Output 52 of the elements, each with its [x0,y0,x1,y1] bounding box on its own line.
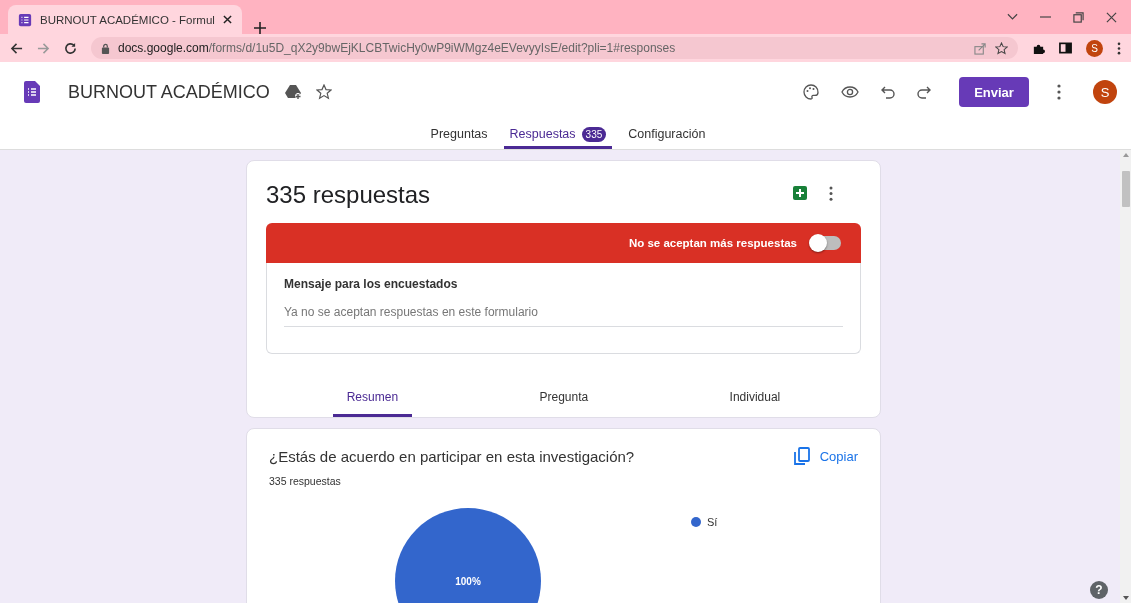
side-panel-icon[interactable] [1059,42,1072,54]
response-count: 335 respuestas [269,475,342,487]
lock-icon [101,42,110,54]
kebab-menu-icon[interactable] [1117,41,1121,55]
back-arrow-icon[interactable] [10,41,23,55]
message-input[interactable]: Ya no se aceptan respuestas en este formulario [284,301,843,326]
forms-logo-icon[interactable] [24,81,40,103]
close-icon[interactable] [1106,11,1117,23]
kebab-menu-icon[interactable] [829,185,833,201]
close-icon[interactable] [222,15,232,24]
reload-icon[interactable] [64,41,77,55]
slice-label: 100% [455,576,481,587]
message-field[interactable]: Mensaje para los encuestados Ya no se aceptan respuestas en este formulario [266,263,861,354]
summary-tab[interactable]: Individual [715,384,795,417]
browser-tab[interactable]: BURNOUT ACADÉMICO - Formul [8,5,242,34]
scrollbar-thumb[interactable] [1121,171,1130,207]
url-text: docs.google.com/forms/d/1u5D_qX2y9bwEjKLCBTwicHy0wP9iWMgz4eEVevyyIsE/edit?pli=1#responses [118,41,676,55]
help-button[interactable]: ? [1090,581,1108,599]
undo-icon[interactable] [881,85,895,99]
profile-avatar[interactable]: S [1086,39,1103,57]
restore-icon[interactable] [1073,11,1084,23]
form-icon [18,12,32,27]
address-bar[interactable]: docs.google.com/forms/d/1u5D_qX2y9bwEjKLCBTwicHy0wP9iWMgz4eEVevyyIsE/edit?pli=1#responses [91,37,1018,59]
banner-label: No se aceptan más respuestas [628,237,797,249]
redo-icon[interactable] [917,85,931,99]
plus-icon[interactable] [253,22,266,34]
scroll-down-icon[interactable] [1122,596,1129,600]
summary-tab[interactable]: Pregunta [525,384,603,417]
palette-icon[interactable] [803,84,819,100]
copy-icon [793,447,810,465]
eye-icon[interactable] [841,86,859,98]
spreadsheet-icon[interactable] [793,186,807,200]
account-avatar[interactable]: S [1093,80,1117,104]
message-label: Mensaje para los encuestados [284,277,459,291]
question-title: ¿Estás de acuerdo en participar en esta investigación? [269,447,636,465]
send-button[interactable]: Enviar [959,77,1029,107]
copy-button[interactable]: Copiar [793,447,858,465]
form-tab[interactable]: Preguntas [424,122,494,149]
star-icon[interactable] [995,41,1008,55]
accepting-responses-toggle[interactable] [811,236,841,250]
responses-title: 335 respuestas [266,180,432,209]
count-badge: 335 [581,126,607,142]
form-title[interactable]: BURNOUT ACADÉMICO [68,81,270,103]
tab-title: BURNOUT ACADÉMICO - Formul [40,13,215,26]
form-tab[interactable]: Respuestas 335 [503,122,613,149]
kebab-menu-icon[interactable] [1057,84,1061,100]
drive-add-icon[interactable] [283,84,302,100]
summary-tab[interactable]: Resumen [332,384,413,417]
star-icon[interactable] [315,84,332,100]
chevron-down-icon[interactable] [1007,13,1018,21]
legend-label: Sí [707,516,718,528]
form-tab[interactable]: Configuración [622,122,712,149]
